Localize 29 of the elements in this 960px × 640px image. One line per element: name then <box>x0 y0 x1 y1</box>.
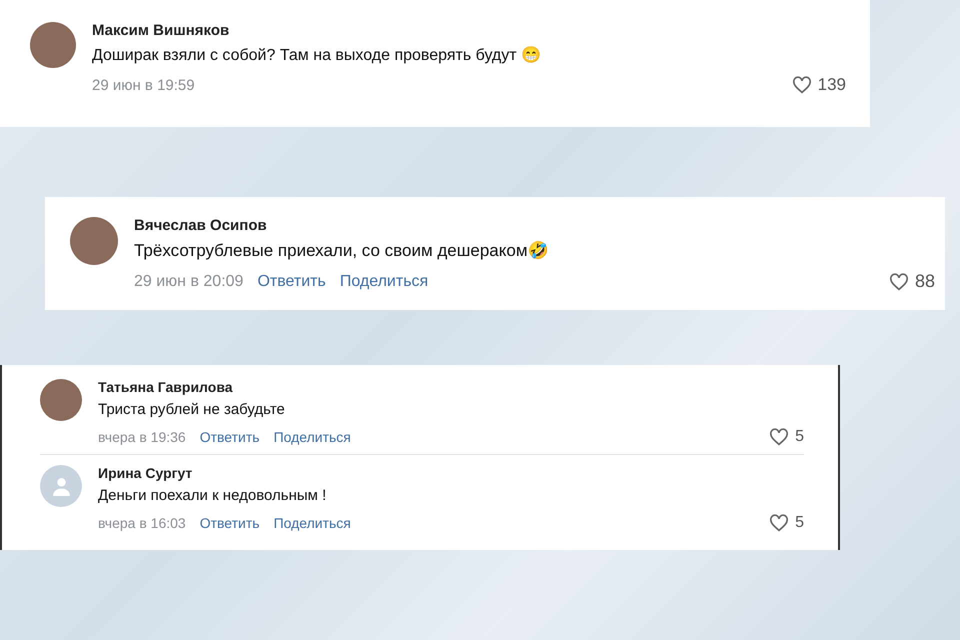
comment-date: вчера в 19:36 <box>98 429 186 445</box>
author-name[interactable]: Вячеслав Осипов <box>134 217 935 234</box>
comment-text: Деньги поехали к недовольным ! <box>98 487 328 504</box>
heart-icon[interactable] <box>792 76 812 94</box>
heart-icon[interactable] <box>888 272 909 290</box>
heart-icon[interactable] <box>769 428 790 446</box>
author-name[interactable]: Татьяна Гаврилова <box>98 379 804 395</box>
action-link[interactable]: Поделиться <box>340 272 428 290</box>
like-count: 88 <box>914 271 935 292</box>
action-link[interactable]: Ответить <box>200 429 260 445</box>
comment-date: 29 июн в 20:09 <box>134 272 244 290</box>
action-link[interactable]: Поделиться <box>274 429 351 445</box>
avatar-photo-placeholder[interactable] <box>30 22 76 68</box>
avatar-photo-placeholder[interactable] <box>40 379 82 421</box>
author-name[interactable]: Максим Вишняков <box>92 22 846 39</box>
like-count: 5 <box>795 428 804 446</box>
action-link[interactable]: Поделиться <box>274 515 351 531</box>
comment-date: 29 июн в 19:59 <box>92 76 195 94</box>
comment-text: Трёхсотрублевые приехали, со своим дешераком🤣 <box>134 240 550 261</box>
action-link[interactable]: Ответить <box>257 272 326 290</box>
like-count: 5 <box>795 514 804 532</box>
heart-icon[interactable] <box>769 514 790 532</box>
like-count: 139 <box>818 75 846 95</box>
avatar-photo-placeholder[interactable] <box>70 217 118 265</box>
comment-text: Триста рублей не забудьте <box>98 401 286 418</box>
comment-text: Доширак взяли с собой? Там на выходе проверять будут 😁 <box>92 45 542 65</box>
action-link[interactable]: Ответить <box>200 515 260 531</box>
author-name[interactable]: Ирина Сургут <box>98 465 804 481</box>
comment-date: вчера в 16:03 <box>98 515 186 531</box>
